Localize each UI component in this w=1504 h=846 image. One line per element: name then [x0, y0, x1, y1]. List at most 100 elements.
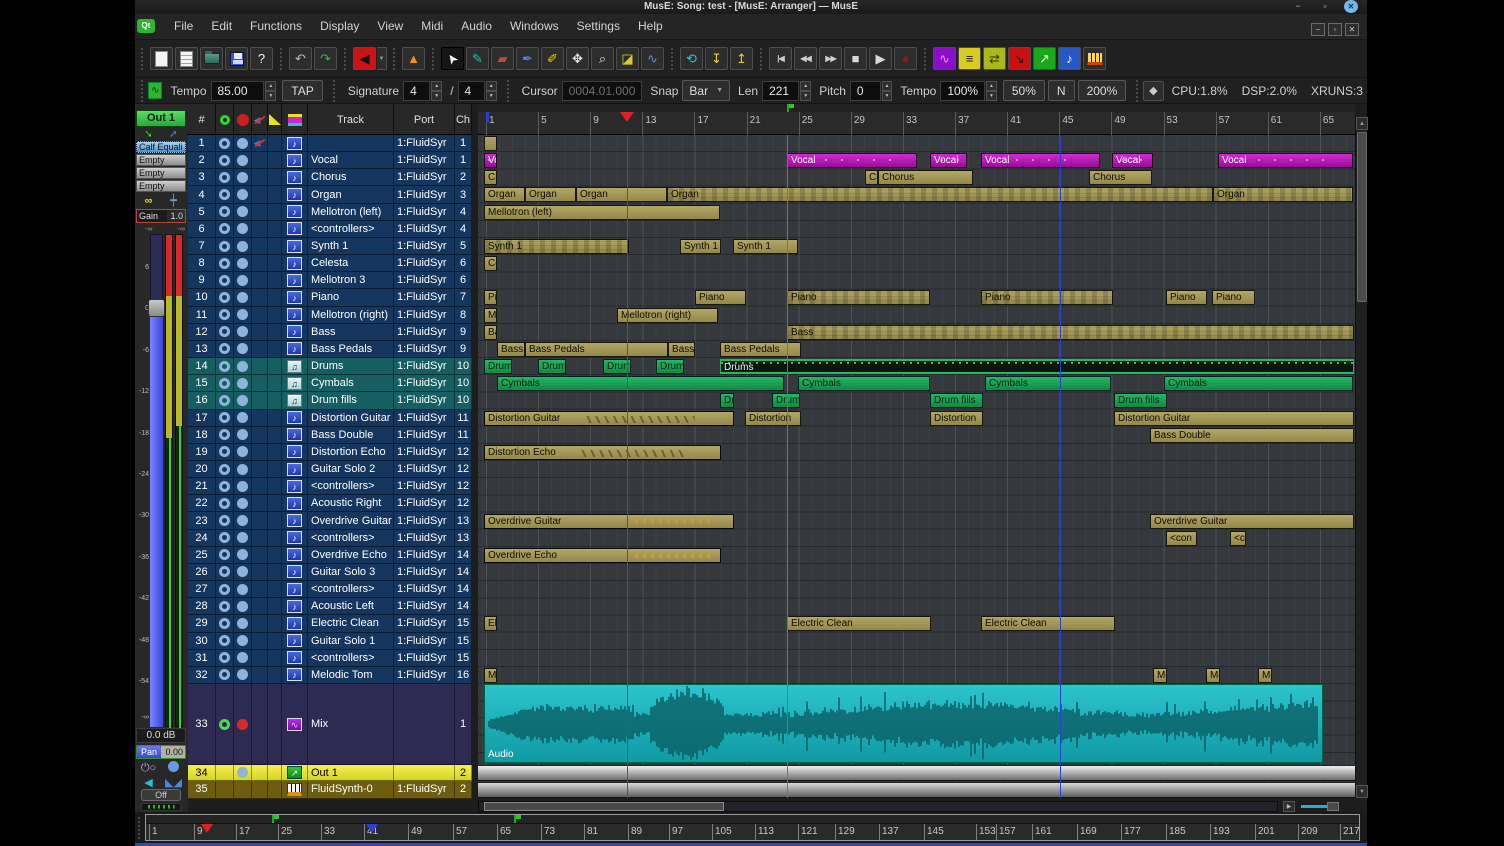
track-channel[interactable]: 9: [455, 341, 472, 358]
track-row-14[interactable]: 14♫Drums1:FluidSyr10: [188, 358, 472, 375]
part-synth-1[interactable]: Synth 1: [733, 239, 798, 254]
track-off-toggle[interactable]: [252, 765, 268, 781]
track-off-toggle[interactable]: [252, 615, 268, 632]
track-row-15[interactable]: 15♫Cymbals1:FluidSyr10: [188, 375, 472, 392]
track-mute-toggle[interactable]: [234, 392, 252, 409]
track-name[interactable]: <controllers>: [308, 221, 394, 238]
track-type-cell[interactable]: ♪: [282, 272, 308, 289]
len-spinner[interactable]: ▲▼: [800, 81, 811, 101]
global-tempo-spinner[interactable]: ▲▼: [986, 81, 997, 101]
track-record-toggle[interactable]: [216, 341, 234, 358]
window-minimize-button[interactable]: −: [1290, 0, 1306, 13]
track-off-toggle[interactable]: [252, 598, 268, 615]
track-port[interactable]: 1:FluidSyr: [394, 204, 455, 221]
part-vocal[interactable]: Vocal: [787, 153, 917, 168]
track-record-toggle[interactable]: [216, 530, 234, 547]
track-record-toggle[interactable]: [216, 135, 234, 152]
toolbar-handle[interactable]: [278, 48, 284, 70]
toolbar-handle[interactable]: [758, 48, 764, 70]
track-row-30[interactable]: 30♪Guitar Solo 11:FluidSyr15: [188, 633, 472, 650]
track-channel[interactable]: 4: [455, 204, 472, 221]
track-name[interactable]: [308, 135, 394, 152]
track-record-toggle[interactable]: [216, 152, 234, 169]
track-type-cell[interactable]: ♪: [282, 615, 308, 632]
track-channel[interactable]: 5: [455, 238, 472, 255]
track-flag-cell[interactable]: [268, 650, 282, 667]
track-mute-toggle[interactable]: [234, 238, 252, 255]
toolbar-handle[interactable]: [137, 817, 143, 839]
part-me[interactable]: Me: [484, 668, 497, 683]
track-type-cell[interactable]: ♫: [282, 392, 308, 409]
save-song-button[interactable]: [225, 47, 248, 70]
part-chorus[interactable]: Chorus: [1089, 170, 1152, 185]
track-type-cell[interactable]: ♪: [282, 341, 308, 358]
song-green-flag[interactable]: [514, 815, 516, 823]
track-mute-toggle[interactable]: [234, 255, 252, 272]
track-port[interactable]: 1:FluidSyr: [394, 324, 455, 341]
track-type-cell[interactable]: ∿: [282, 684, 308, 765]
song-ruler-marker-strip[interactable]: [146, 815, 1359, 824]
track-name[interactable]: Electric Clean: [308, 615, 394, 632]
part-piano[interactable]: Piano: [787, 290, 930, 305]
parts-area[interactable]: VoVocalVocalVocalVocalVocalChChChorusCho…: [478, 135, 1355, 798]
forward-button[interactable]: ▶▶: [819, 47, 842, 70]
track-type-cell[interactable]: ♪: [282, 478, 308, 495]
track-channel[interactable]: 13: [455, 530, 472, 547]
track-name[interactable]: Piano: [308, 289, 394, 306]
track-channel[interactable]: 12: [455, 495, 472, 512]
track-type-cell[interactable]: ♪: [282, 461, 308, 478]
track-channel[interactable]: 7: [455, 289, 472, 306]
track-type-cell[interactable]: ♪: [282, 135, 308, 152]
track-row-35[interactable]: 35FluidSynth-01:FluidSyr2: [188, 781, 472, 799]
track-port[interactable]: 1:FluidSyr: [394, 358, 455, 375]
timeline-ruler[interactable]: 1591317212529333741454953576165: [478, 104, 1355, 135]
track-port[interactable]: 1:FluidSyr: [394, 341, 455, 358]
midi-input-button[interactable]: ↘: [1008, 47, 1031, 70]
track-flag-cell[interactable]: [268, 684, 282, 765]
scroll-down-icon[interactable]: ▼: [1356, 785, 1368, 798]
rewind-start-button[interactable]: |◀: [769, 47, 792, 70]
part-vo[interactable]: Vo: [484, 153, 497, 168]
track-row-5[interactable]: 5♪Mellotron (left)1:FluidSyr4: [188, 204, 472, 221]
part-electric-clean[interactable]: Electric Clean: [981, 616, 1115, 631]
track-row-13[interactable]: 13♪Bass Pedals1:FluidSyr9: [188, 341, 472, 358]
track-mute-toggle[interactable]: [234, 427, 252, 444]
mute-parts-tool-button[interactable]: ◪: [616, 47, 639, 70]
track-mute-toggle[interactable]: [234, 581, 252, 598]
track-name[interactable]: Organ: [308, 186, 394, 203]
song-playhead-marker[interactable]: [201, 824, 213, 833]
track-flag-cell[interactable]: [268, 238, 282, 255]
track-name[interactable]: Drums: [308, 358, 394, 375]
track-type-cell[interactable]: ♪: [282, 633, 308, 650]
track-record-toggle[interactable]: [216, 667, 234, 684]
part-mellotron-left-[interactable]: Mellotron (left): [484, 205, 720, 220]
track-flag-cell[interactable]: [268, 444, 282, 461]
track-record-toggle[interactable]: [216, 186, 234, 203]
track-off-toggle[interactable]: [252, 684, 268, 765]
track-record-toggle[interactable]: [216, 392, 234, 409]
track-off-toggle[interactable]: [252, 272, 268, 289]
track-port[interactable]: 1:FluidSyr: [394, 135, 455, 152]
part-me[interactable]: Me: [1206, 668, 1220, 683]
part-distortion-guitar[interactable]: Distortion Guitar: [484, 411, 734, 426]
track-channel[interactable]: 10: [455, 375, 472, 392]
track-off-toggle[interactable]: [252, 547, 268, 564]
automation-tool-button[interactable]: ∿: [641, 47, 664, 70]
track-record-toggle[interactable]: [216, 765, 234, 781]
track-mute-toggle[interactable]: [234, 598, 252, 615]
part-organ[interactable]: Organ: [1213, 187, 1353, 202]
track-channel[interactable]: 1: [455, 135, 472, 152]
stereo-link-icon[interactable]: ∞: [136, 194, 161, 208]
track-port[interactable]: 1:FluidSyr: [394, 152, 455, 169]
undo-button[interactable]: ↶: [289, 47, 312, 70]
track-record-toggle[interactable]: [216, 238, 234, 255]
track-type-cell[interactable]: ♪: [282, 564, 308, 581]
track-mute-toggle[interactable]: [234, 169, 252, 186]
punch-in-button[interactable]: ↧: [705, 47, 728, 70]
track-flag-cell[interactable]: [268, 781, 282, 799]
track-row-18[interactable]: 18♪Bass Double1:FluidSyr11: [188, 427, 472, 444]
part-ba[interactable]: Ba: [484, 325, 497, 340]
track-mute-toggle[interactable]: [234, 512, 252, 529]
power-icon[interactable]: ⏻︎○: [136, 761, 161, 776]
track-mute-toggle[interactable]: [234, 375, 252, 392]
